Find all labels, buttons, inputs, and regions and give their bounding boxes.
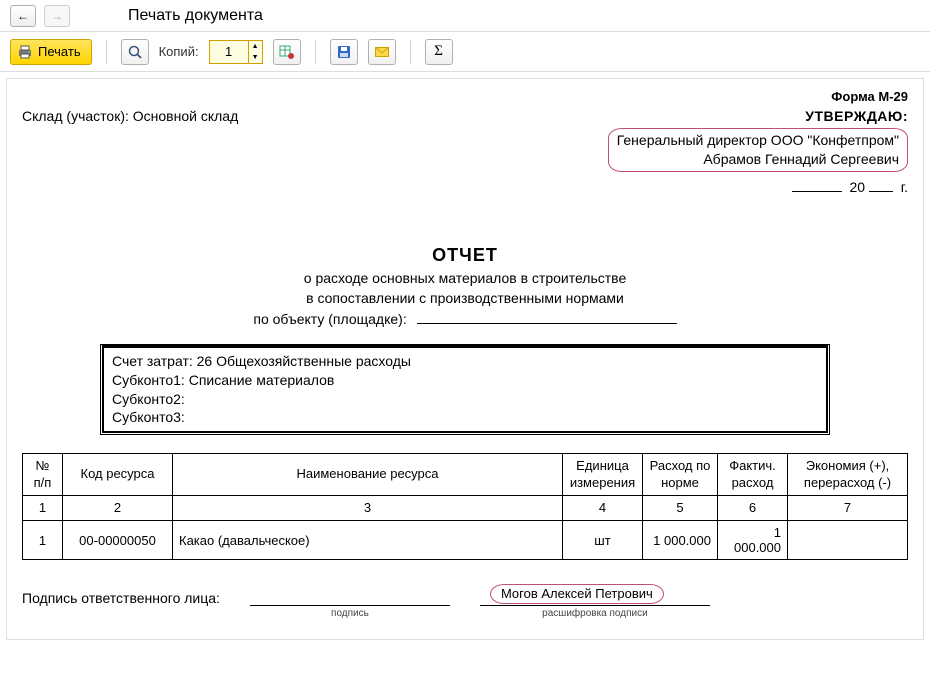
- approve-block: УТВЕРЖДАЮ: Генеральный директор ООО "Кон…: [608, 108, 908, 195]
- approve-date-line: 20 г.: [608, 178, 908, 195]
- report-title: ОТЧЕТ: [22, 245, 908, 266]
- print-button-label: Печать: [38, 44, 81, 59]
- cost-account-box: Счет затрат: 26 Общехозяйственные расход…: [102, 345, 828, 434]
- th-unit: Единица измерения: [563, 454, 643, 496]
- report-sub1: о расходе основных материалов в строител…: [22, 270, 908, 286]
- th-norm: Расход по норме: [643, 454, 718, 496]
- nav-forward-button: →: [44, 5, 70, 27]
- cell-fact: 1 000.000: [718, 521, 788, 560]
- warehouse-line: Склад (участок): Основной склад: [22, 108, 238, 124]
- report-sub2: в сопоставлении с производственными норм…: [22, 290, 908, 306]
- table-colnum-row: 1 2 3 4 5 6 7: [23, 495, 908, 520]
- report-object-line: по объекту (площадке):: [22, 310, 908, 327]
- sign-slot-signature: подпись: [250, 590, 450, 619]
- th-fact: Фактич. расход: [718, 454, 788, 496]
- warehouse-value: Основной склад: [133, 108, 238, 124]
- colnum: 4: [563, 495, 643, 520]
- th-num: № п/п: [23, 454, 63, 496]
- cell-code: 00-00000050: [63, 521, 173, 560]
- colnum: 2: [63, 495, 173, 520]
- cell-num: 1: [23, 521, 63, 560]
- mail-button[interactable]: [368, 39, 396, 65]
- separator: [106, 40, 107, 64]
- floppy-icon: [336, 44, 352, 60]
- cost-l4-label: Субконто3:: [112, 409, 185, 425]
- approver-line1: Генеральный директор ООО "Конфетпром": [617, 132, 899, 148]
- cost-l3-label: Субконто2:: [112, 391, 185, 407]
- table-gear-icon: [279, 44, 295, 60]
- object-blank: [417, 310, 677, 324]
- cell-delta: [788, 521, 908, 560]
- colnum: 1: [23, 495, 63, 520]
- approver-highlight: Генеральный директор ООО "Конфетпром" Аб…: [608, 128, 908, 172]
- signature-row: Подпись ответственного лица: подпись Мог…: [22, 590, 908, 619]
- signer-name: Могов Алексей Петрович: [501, 586, 653, 601]
- sign-slot-name: Могов Алексей Петрович расшифровка подпи…: [480, 590, 710, 619]
- colnum: 5: [643, 495, 718, 520]
- approver-line2: Абрамов Геннадий Сергеевич: [703, 151, 899, 167]
- cell-unit: шт: [563, 521, 643, 560]
- nav-back-button[interactable]: ←: [10, 5, 36, 27]
- sigma-icon: Σ: [434, 43, 443, 60]
- copies-up[interactable]: ▲: [249, 41, 262, 52]
- separator: [410, 40, 411, 64]
- warehouse-label: Склад (участок):: [22, 108, 133, 124]
- separator: [315, 40, 316, 64]
- titlebar: ← → Печать документа: [0, 0, 930, 32]
- copies-label: Копий:: [159, 44, 199, 59]
- approve-caption: УТВЕРЖДАЮ:: [608, 108, 908, 124]
- materials-table: № п/п Код ресурса Наименование ресурса Е…: [22, 453, 908, 560]
- document-page: Форма М-29 Склад (участок): Основной скл…: [6, 78, 924, 640]
- th-name: Наименование ресурса: [173, 454, 563, 496]
- th-delta: Экономия (+), перерасход (-): [788, 454, 908, 496]
- cell-norm: 1 000.000: [643, 521, 718, 560]
- sum-button[interactable]: Σ: [425, 39, 453, 65]
- th-code: Код ресурса: [63, 454, 173, 496]
- sign-cap2: расшифровка подписи: [480, 608, 710, 619]
- year-prefix: 20: [849, 179, 865, 195]
- preview-button[interactable]: [121, 39, 149, 65]
- colnum: 6: [718, 495, 788, 520]
- table-row: 1 00-00000050 Какао (давальческое) шт 1 …: [23, 521, 908, 560]
- cost-l1-label: Счет затрат:: [112, 353, 197, 369]
- print-button[interactable]: Печать: [10, 39, 92, 65]
- form-number: Форма М-29: [22, 89, 908, 104]
- signer-name-highlight: Могов Алексей Петрович: [490, 584, 664, 604]
- toolbar: Печать Копий: ▲ ▼ Σ: [0, 32, 930, 72]
- year-suffix: г.: [901, 179, 908, 195]
- magnifier-icon: [127, 44, 143, 60]
- copies-input[interactable]: [210, 41, 248, 63]
- save-button[interactable]: [330, 39, 358, 65]
- sign-cap1: подпись: [250, 608, 450, 619]
- envelope-icon: [374, 44, 390, 60]
- sign-label: Подпись ответственного лица:: [22, 590, 220, 606]
- settings-button[interactable]: [273, 39, 301, 65]
- copies-down[interactable]: ▼: [249, 52, 262, 63]
- object-label: по объекту (площадке):: [253, 311, 406, 327]
- cost-l2-value: Списание материалов: [189, 372, 335, 388]
- table-header-row: № п/п Код ресурса Наименование ресурса Е…: [23, 454, 908, 496]
- printer-icon: [17, 45, 33, 59]
- colnum: 7: [788, 495, 908, 520]
- window-title: Печать документа: [128, 7, 263, 25]
- cell-name: Какао (давальческое): [173, 521, 563, 560]
- cost-l2-label: Субконто1:: [112, 372, 189, 388]
- colnum: 3: [173, 495, 563, 520]
- copies-spinner[interactable]: ▲ ▼: [209, 40, 263, 64]
- cost-l1-value: 26 Общехозяйственные расходы: [197, 353, 411, 369]
